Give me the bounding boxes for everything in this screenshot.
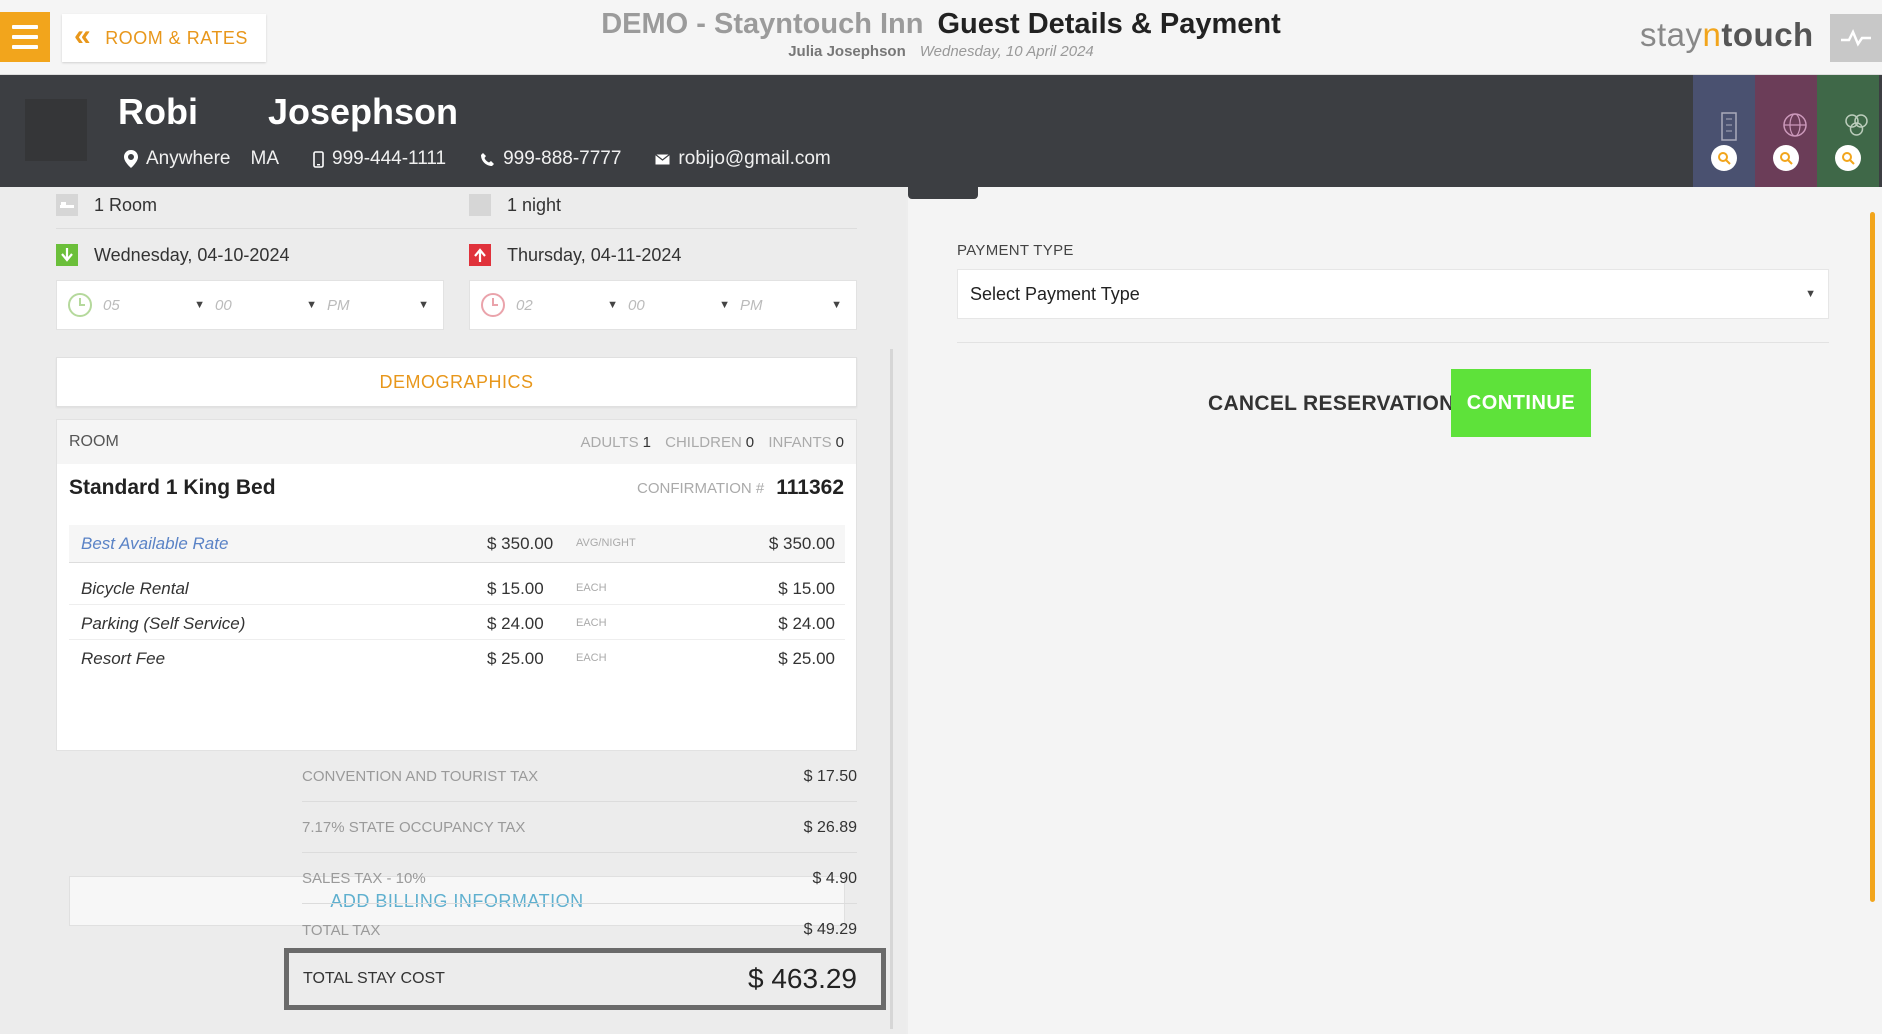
caret-down-icon: ▼ — [719, 299, 730, 311]
occupancy: ADULTS 1 CHILDREN 0 INFANTS 0 — [580, 433, 844, 451]
departure-time-picker: 02 ▼ 00 ▼ PM ▼ — [469, 280, 857, 330]
guest-last-name[interactable]: Josephson — [268, 91, 458, 132]
adults-count: 1 — [642, 433, 651, 451]
tax-row: SALES TAX - 10% $ 4.90 — [302, 854, 857, 904]
top-bar: « ROOM & RATES DEMO - Stayntouch Inn Gues… — [0, 0, 1882, 75]
room-type: Standard 1 King Bed — [69, 476, 276, 499]
confirmation-label: CONFIRMATION # — [637, 479, 765, 497]
company-card-tab[interactable] — [1693, 75, 1755, 187]
arrival-ampm-select[interactable]: PM ▼ — [327, 297, 439, 314]
guest-avatar[interactable] — [25, 99, 87, 161]
demographics-button[interactable]: DEMOGRAPHICS — [56, 357, 857, 407]
confirmation: CONFIRMATION # 111362 — [637, 476, 844, 500]
arrival-hour-select[interactable]: 05 ▼ — [103, 297, 215, 314]
rate-total: $ 350.00 — [768, 534, 835, 553]
travel-agent-tab[interactable] — [1755, 75, 1817, 187]
bed-icon — [56, 194, 78, 216]
mobile-phone-icon — [313, 150, 324, 168]
departure-ampm-select[interactable]: PM ▼ — [740, 297, 852, 314]
page-title: Guest Details & Payment — [937, 8, 1281, 40]
rate-name[interactable]: Best Available Rate — [81, 534, 228, 554]
right-scrollbar[interactable] — [1870, 212, 1875, 902]
building-icon — [1721, 112, 1737, 141]
payment-type-select[interactable]: Select Payment Type ▼ — [957, 269, 1829, 319]
guest-contact: Anywhere MA 999-444-1111 999-888-7777 ro… — [124, 148, 865, 170]
total-stay-cost-label: TOTAL STAY COST — [303, 970, 445, 987]
hotel-name: DEMO - Stayntouch Inn — [601, 8, 924, 40]
guest-phone[interactable]: 999-888-7777 — [503, 148, 621, 170]
arrival-arrow-icon — [56, 244, 78, 266]
group-tab[interactable] — [1817, 75, 1879, 187]
caret-down-icon: ▼ — [418, 299, 429, 311]
guest-state: MA — [250, 148, 280, 169]
guest-header: Robi Josephson Anywhere MA 999-444-1111 9… — [0, 75, 1882, 187]
tax-row: 7.17% STATE OCCUPANCY TAX $ 26.89 — [302, 803, 857, 853]
search-icon — [1711, 145, 1737, 171]
business-date: Wednesday, 10 April 2024 — [919, 43, 1094, 60]
activity-pulse-icon — [1841, 28, 1871, 47]
caret-down-icon: ▼ — [607, 299, 618, 311]
rate-price: $ 350.00 — [487, 534, 554, 553]
email-icon — [655, 153, 671, 165]
rooms-count: 1 Room — [94, 194, 158, 215]
globe-icon — [1783, 113, 1807, 137]
clock-icon — [68, 293, 92, 317]
left-scrollbar[interactable] — [890, 349, 893, 1029]
room-card: ROOM ADULTS 1 CHILDREN 0 INFANTS 0 Standard… — [56, 419, 857, 926]
total-stay-cost: TOTAL STAY COST $ 463.29 — [284, 948, 886, 1010]
guest-city: Anywhere — [146, 148, 231, 169]
departure-date: Thursday, 04-11-2024 — [507, 244, 682, 265]
cancel-reservation-button[interactable]: CANCEL RESERVATION — [1208, 387, 1455, 421]
guest-mobile[interactable]: 999-444-1111 — [332, 148, 446, 170]
infants-count: 0 — [835, 433, 844, 451]
payment-type-label: PAYMENT TYPE — [957, 242, 1074, 259]
addon-row: Parking (Self Service) $ 24.00 EACH $ 24.00 — [69, 605, 845, 640]
clock-icon — [481, 293, 505, 317]
total-stay-cost-value: $ 463.29 — [748, 963, 857, 994]
caret-down-icon: ▼ — [831, 299, 842, 311]
children-count: 0 — [745, 433, 755, 451]
arrival-minute-select[interactable]: 00 ▼ — [215, 297, 327, 314]
departure-hour-select[interactable]: 02 ▼ — [516, 297, 628, 314]
nights-count: 1 night — [507, 194, 562, 215]
rooms-count-row: 1 Room — [56, 194, 157, 216]
caret-down-icon: ▼ — [306, 299, 317, 311]
confirmation-number: 111362 — [776, 476, 844, 499]
departure-arrow-icon — [469, 244, 491, 266]
departure-minute-select[interactable]: 00 ▼ — [628, 297, 740, 314]
addon-row: Bicycle Rental $ 15.00 EACH $ 15.00 — [69, 570, 845, 605]
payment-type-value: Select Payment Type — [970, 283, 1140, 304]
continue-button[interactable]: CONTINUE — [1451, 369, 1591, 437]
caret-down-icon: ▼ — [194, 299, 205, 311]
caret-down-icon: ▼ — [1805, 288, 1816, 300]
location-pin-icon — [124, 150, 138, 168]
guest-side-tabs — [1693, 75, 1879, 187]
page-header: DEMO - Stayntouch Inn Guest Details & Pay… — [0, 8, 1882, 60]
payment-panel: PAYMENT TYPE Select Payment Type ▼ CANCE… — [908, 187, 1882, 1034]
brand-logo: stayntouch — [1640, 16, 1814, 53]
guest-name: Robi Josephson — [118, 91, 458, 133]
arrival-date-row[interactable]: Wednesday, 04-10-2024 — [56, 244, 289, 266]
arrival-time-picker: 05 ▼ 00 ▼ PM ▼ — [56, 280, 444, 330]
phone-icon — [480, 152, 495, 167]
addon-row: Resort Fee $ 25.00 EACH $ 25.00 — [81, 649, 835, 668]
activity-button[interactable] — [1830, 14, 1882, 62]
room-header-label: ROOM — [69, 433, 119, 450]
search-icon — [1773, 145, 1799, 171]
search-icon — [1835, 145, 1861, 171]
guest-email[interactable]: robijo@gmail.com — [678, 148, 830, 170]
reservation-summary-panel: 1 Room 1 night Wednesday, 04-10-2024 Thu… — [0, 187, 906, 1034]
moon-icon — [469, 194, 491, 216]
rate-unit: AVG/NIGHT — [576, 537, 636, 549]
user-name: Julia Josephson — [788, 43, 906, 60]
guest-first-name[interactable]: Robi — [118, 91, 198, 132]
room-card-header: ROOM ADULTS 1 CHILDREN 0 INFANTS 0 — [57, 420, 856, 464]
tax-row: CONVENTION AND TOURIST TAX $ 17.50 — [302, 752, 857, 802]
nights-row: 1 night — [469, 194, 561, 216]
group-icon — [1845, 114, 1868, 136]
departure-date-row[interactable]: Thursday, 04-11-2024 — [469, 244, 681, 266]
panel-pull-tab[interactable] — [908, 187, 978, 199]
arrival-date: Wednesday, 04-10-2024 — [94, 244, 290, 265]
rate-row: Best Available Rate $ 350.00 AVG/NIGHT $… — [69, 525, 845, 563]
